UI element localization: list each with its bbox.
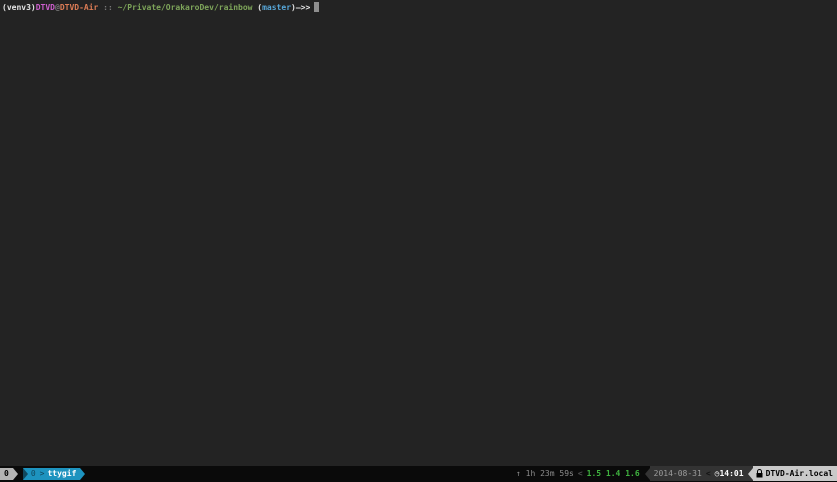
load-average-value: 1.5 1.4 1.6 (586, 469, 640, 478)
hostname-segment: DTVD-Air.local (752, 466, 837, 481)
terminal-cursor (314, 2, 320, 12)
powerline-arrow-session-icon (12, 467, 18, 480)
date-value: 2014-08-31 (653, 469, 702, 478)
prompt-cwd-path: ~/Private/OrakaroDev/rainbow (117, 3, 253, 12)
prompt-hostname: DTVD-Air (59, 3, 99, 12)
uptime-text: 1h 23m 59s (525, 469, 574, 478)
window-tab-ttygif[interactable]: 0 > ttygif (22, 467, 81, 480)
session-index-badge[interactable]: 0 (0, 467, 13, 480)
shell-prompt: (venv3)DTVD@DTVD-Air :: ~/Private/Orakar… (0, 0, 837, 14)
tmux-status-bar: 0 0 > ttygif ↑ 1h 23m 59s < 1.5 1.4 1.6 … (0, 466, 837, 481)
window-name-label: ttygif (47, 469, 77, 478)
terminal-screen[interactable]: (venv3)DTVD@DTVD-Air :: ~/Private/Orakar… (0, 0, 837, 466)
virtualenv-label: (venv3) (2, 3, 36, 12)
window-separator-icon: > (39, 469, 45, 478)
branch-paren-open: ( (252, 3, 263, 12)
session-index-label: 0 (4, 469, 9, 478)
time-value: 14:01 (719, 469, 744, 478)
chevron-left-icon: < (577, 469, 583, 478)
date-time-segment: 2014-08-31 < ◷ 14:01 (649, 466, 753, 481)
prompt-separator: :: (98, 3, 118, 12)
window-index-label: 0 (30, 469, 36, 478)
git-branch-name: master (262, 3, 292, 12)
prompt-username: DTVD (35, 3, 55, 12)
hostname-label: DTVD-Air.local (765, 469, 833, 478)
status-right-group: ↑ 1h 23m 59s < 1.5 1.4 1.6 2014-08-31 < … (516, 466, 837, 481)
chevron-left-icon: < (705, 469, 711, 478)
prompt-arrows: —>> (295, 3, 311, 12)
powerline-arrow-window-end-icon (80, 467, 86, 480)
lock-icon (756, 469, 763, 478)
